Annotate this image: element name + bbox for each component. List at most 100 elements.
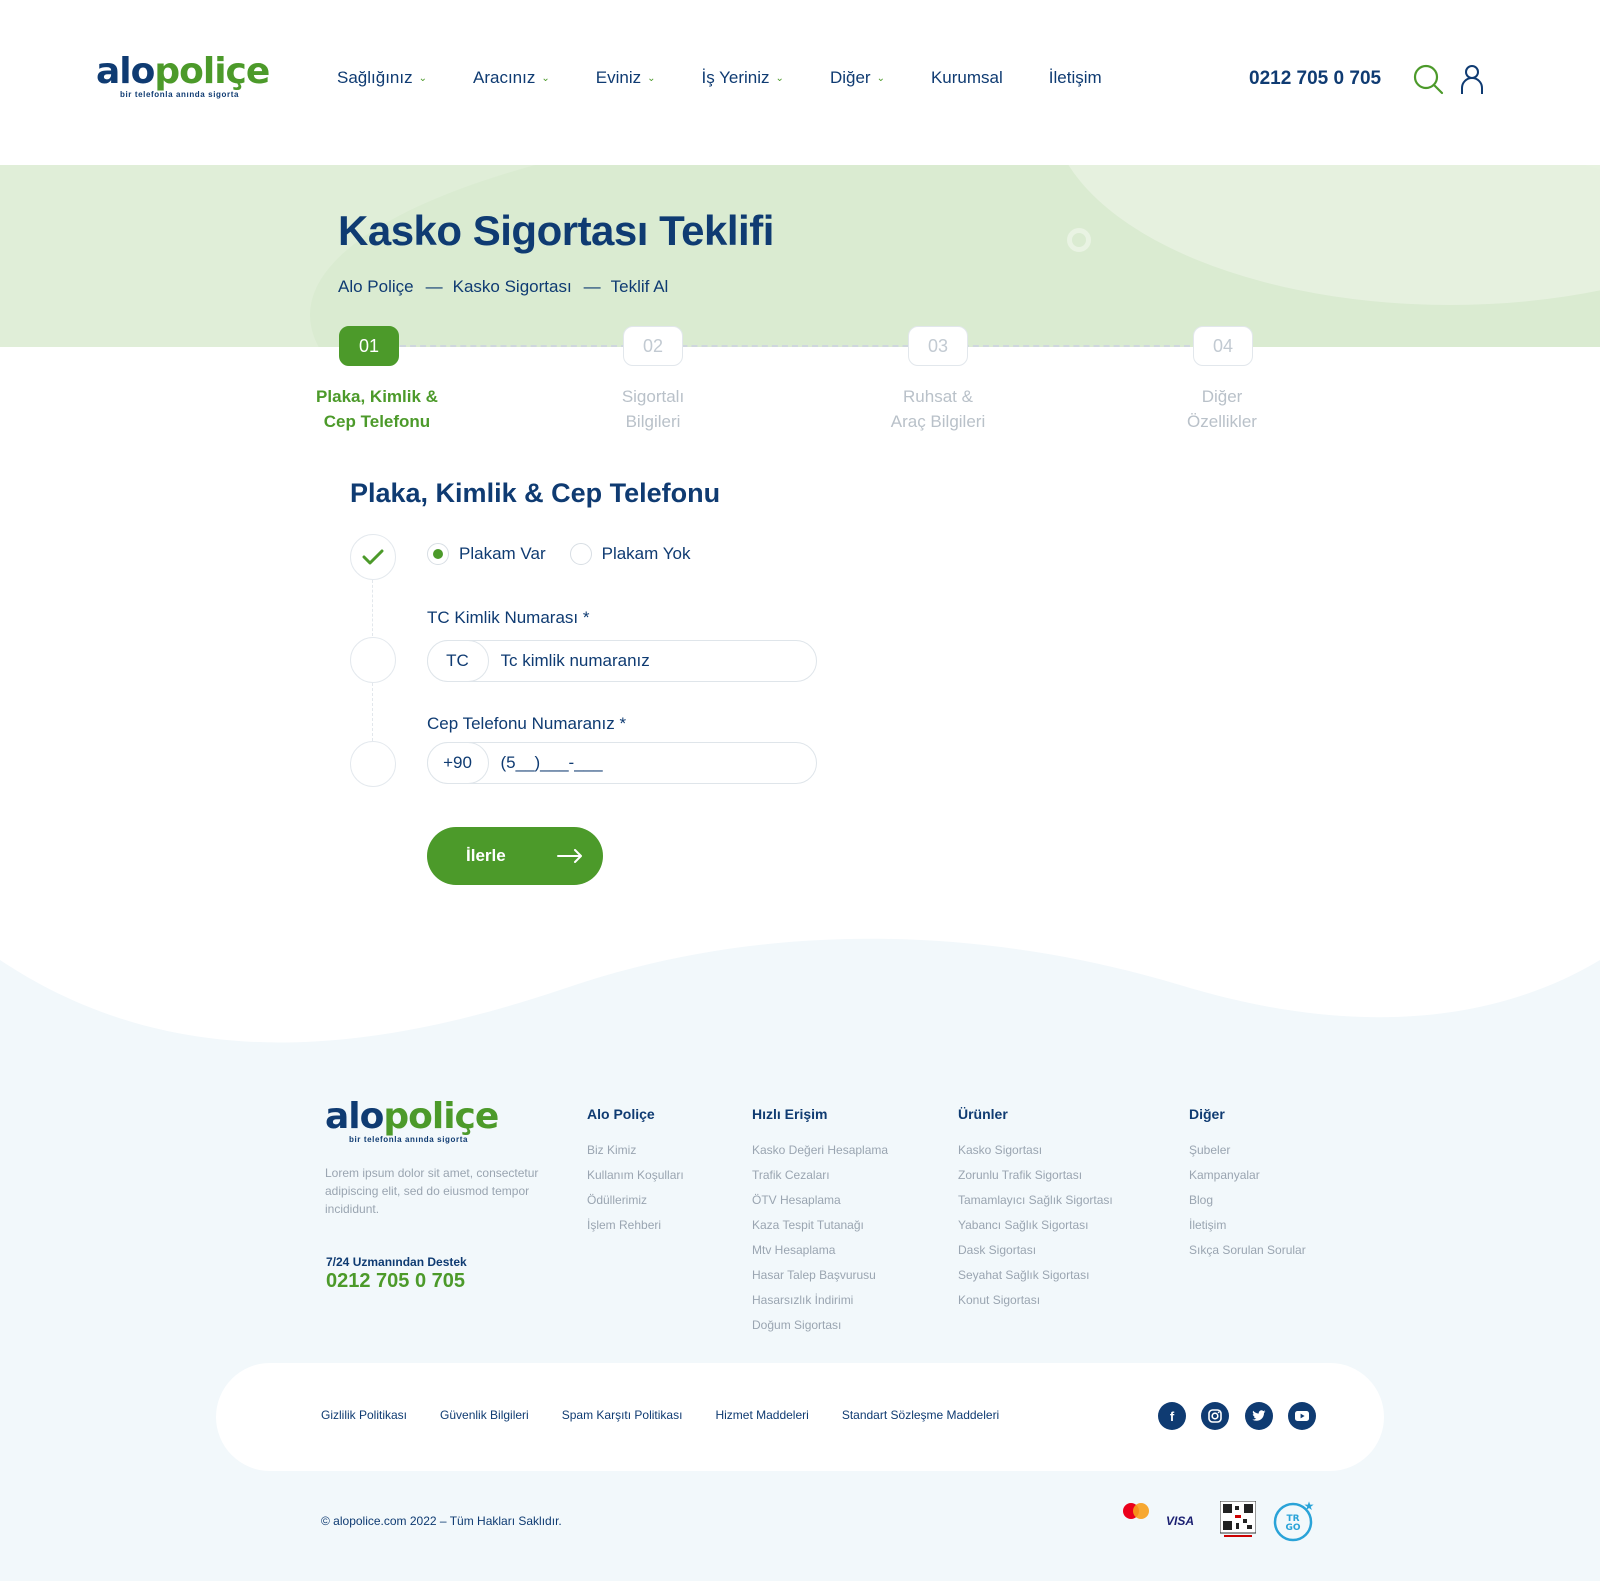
main-nav: Sağlığınız ⌄ Aracınız ⌄ Eviniz ⌄ İş Yeriniz…	[337, 68, 1148, 88]
youtube-icon[interactable]	[1288, 1402, 1316, 1430]
instagram-icon[interactable]	[1201, 1402, 1229, 1430]
tc-field-label: TC Kimlik Numarası *	[427, 608, 590, 627]
tc-field[interactable]: TC	[426, 640, 817, 682]
support-label: 7/24 Uzmanından Destek	[326, 1255, 467, 1269]
nav-item-sagliginiz[interactable]: Sağlığınız ⌄	[337, 68, 427, 88]
footer-link[interactable]: Kullanım Koşulları	[587, 1163, 684, 1188]
footer-link[interactable]: Kasko Değeri Hesaplama	[752, 1138, 888, 1163]
step-label-line: Sigortalı	[621, 387, 685, 406]
legal-links: Gizlilik Politikası Güvenlik Bilgileri S…	[321, 1408, 1032, 1422]
step-1-number[interactable]: 01	[339, 326, 399, 366]
next-button-label: İlerle	[466, 846, 506, 865]
footer-link[interactable]: Mtv Hesaplama	[752, 1238, 888, 1263]
step-label-line: Ruhsat &	[903, 387, 973, 406]
footer-link[interactable]: Sıkça Sorulan Sorular	[1189, 1238, 1306, 1263]
user-icon[interactable]	[1456, 64, 1488, 96]
search-icon[interactable]	[1413, 64, 1445, 96]
twitter-icon[interactable]	[1245, 1402, 1273, 1430]
support-phone[interactable]: 0212 705 0 705	[326, 1270, 465, 1293]
svg-text:★: ★	[1304, 1499, 1315, 1513]
logo-part2: poliçe	[154, 51, 270, 92]
footer-col-alo-police: Alo Poliçe Biz Kimiz Kullanım Koşulları …	[587, 1106, 684, 1238]
footer-col-hizli-erisim: Hızlı Erişim Kasko Değeri Hesaplama Traf…	[752, 1106, 888, 1338]
copyright: © alopolice.com 2022 – Tüm Hakları Saklı…	[321, 1514, 562, 1528]
site-header: alopoliçe bir telefonla anında sigorta S…	[0, 0, 1600, 165]
footer-link[interactable]: Zorunlu Trafik Sigortası	[958, 1163, 1113, 1188]
step-4-number[interactable]: 04	[1193, 326, 1253, 366]
phone-input[interactable]	[500, 753, 801, 773]
footer-link[interactable]: İletişim	[1189, 1213, 1306, 1238]
timeline-step	[350, 637, 396, 683]
check-icon	[362, 549, 384, 565]
tc-input[interactable]	[500, 651, 801, 671]
legal-link[interactable]: Standart Sözleşme Maddeleri	[842, 1408, 999, 1422]
footer-link[interactable]: Kaza Tespit Tutanağı	[752, 1213, 888, 1238]
breadcrumb-separator: —	[583, 277, 601, 296]
form-title: Plaka, Kimlik & Cep Telefonu	[350, 478, 721, 508]
footer-link[interactable]: Kampanyalar	[1189, 1163, 1306, 1188]
arrow-right-icon	[557, 849, 582, 863]
footer-link[interactable]: Biz Kimiz	[587, 1138, 684, 1163]
mastercard-logo	[1123, 1503, 1149, 1519]
nav-item-label: İş Yeriniz	[701, 68, 770, 87]
legal-link[interactable]: Gizlilik Politikası	[321, 1408, 407, 1422]
next-button[interactable]: İlerle	[427, 827, 603, 885]
legal-link[interactable]: Spam Karşıtı Politikası	[562, 1408, 683, 1422]
nav-item-araciniz[interactable]: Aracınız ⌄	[473, 68, 550, 88]
logo-part1: alo	[96, 51, 155, 92]
breadcrumb-item[interactable]: Alo Poliçe	[338, 277, 414, 297]
radio-label[interactable]: Plakam Yok	[602, 544, 691, 564]
footer-link[interactable]: Yabancı Sağlık Sigortası	[958, 1213, 1113, 1238]
footer-link[interactable]: Blog	[1189, 1188, 1306, 1213]
step-2-number[interactable]: 02	[623, 326, 683, 366]
chevron-down-icon: ⌄	[541, 72, 550, 84]
radio-selected-dot	[433, 549, 443, 559]
radio-label[interactable]: Plakam Var	[459, 544, 546, 564]
radio-plakam-var[interactable]	[427, 543, 449, 565]
step-label-line: Plaka, Kimlik &	[316, 387, 438, 406]
nav-item-is-yeriniz[interactable]: İş Yeriniz ⌄	[702, 68, 784, 88]
footer-link[interactable]: Ödüllerimiz	[587, 1188, 684, 1213]
brand-logo[interactable]: alopoliçe bir telefonla anında sigorta	[96, 51, 270, 100]
plate-radio-group: Plakam Var Plakam Yok	[427, 543, 714, 565]
svg-text:GO: GO	[1285, 1523, 1300, 1533]
footer-link[interactable]: Doğum Sigortası	[752, 1313, 888, 1338]
nav-item-iletisim[interactable]: İletişim	[1049, 68, 1102, 88]
footer-link[interactable]: ÖTV Hesaplama	[752, 1188, 888, 1213]
footer-link[interactable]: Trafik Cezaları	[752, 1163, 888, 1188]
legal-link[interactable]: Hizmet Maddeleri	[715, 1408, 808, 1422]
breadcrumb-item[interactable]: Kasko Sigortası	[453, 277, 572, 297]
timeline-step-done	[350, 534, 396, 580]
phone-field[interactable]: +90	[426, 742, 817, 784]
etbis-qr-icon[interactable]	[1220, 1501, 1256, 1539]
footer-col-urunler: Ürünler Kasko Sigortası Zorunlu Trafik S…	[958, 1106, 1113, 1313]
nav-item-kurumsal[interactable]: Kurumsal	[931, 68, 1003, 88]
footer-link[interactable]: Tamamlayıcı Sağlık Sigortası	[958, 1188, 1113, 1213]
step-3-number[interactable]: 03	[908, 326, 968, 366]
facebook-icon[interactable]: f	[1158, 1402, 1186, 1430]
footer-link[interactable]: Hasar Talep Başvurusu	[752, 1263, 888, 1288]
footer-link[interactable]: Dask Sigortası	[958, 1238, 1113, 1263]
nav-item-eviniz[interactable]: Eviniz ⌄	[596, 68, 656, 88]
nav-item-label: Aracınız	[473, 68, 536, 87]
page-title: Kasko Sigortası Teklifi	[338, 207, 774, 254]
nav-item-diger[interactable]: Diğer ⌄	[830, 68, 885, 88]
nav-item-label: Kurumsal	[930, 68, 1003, 87]
footer-col-title: Diğer	[1189, 1106, 1225, 1122]
footer-link[interactable]: Seyahat Sağlık Sigortası	[958, 1263, 1113, 1288]
footer-link[interactable]: İşlem Rehberi	[587, 1213, 684, 1238]
breadcrumb-item: Teklif Al	[610, 277, 669, 296]
header-phone[interactable]: 0212 705 0 705	[1249, 68, 1381, 90]
footer-logo[interactable]: alopoliçe bir telefonla anında sigorta	[325, 1097, 499, 1145]
chevron-down-icon: ⌄	[876, 72, 885, 84]
footer-link[interactable]: Şubeler	[1189, 1138, 1306, 1163]
nav-item-label: Diğer	[829, 68, 871, 87]
radio-plakam-yok[interactable]	[569, 543, 592, 565]
footer-link[interactable]: Konut Sigortası	[958, 1288, 1113, 1313]
hero-banner	[0, 165, 1600, 347]
footer-link[interactable]: Hasarsızlık İndirimi	[752, 1288, 888, 1313]
legal-link[interactable]: Güvenlik Bilgileri	[440, 1408, 529, 1422]
timeline-connector	[372, 580, 373, 636]
step-label-line: Bilgileri	[625, 412, 681, 431]
footer-link[interactable]: Kasko Sigortası	[958, 1138, 1113, 1163]
